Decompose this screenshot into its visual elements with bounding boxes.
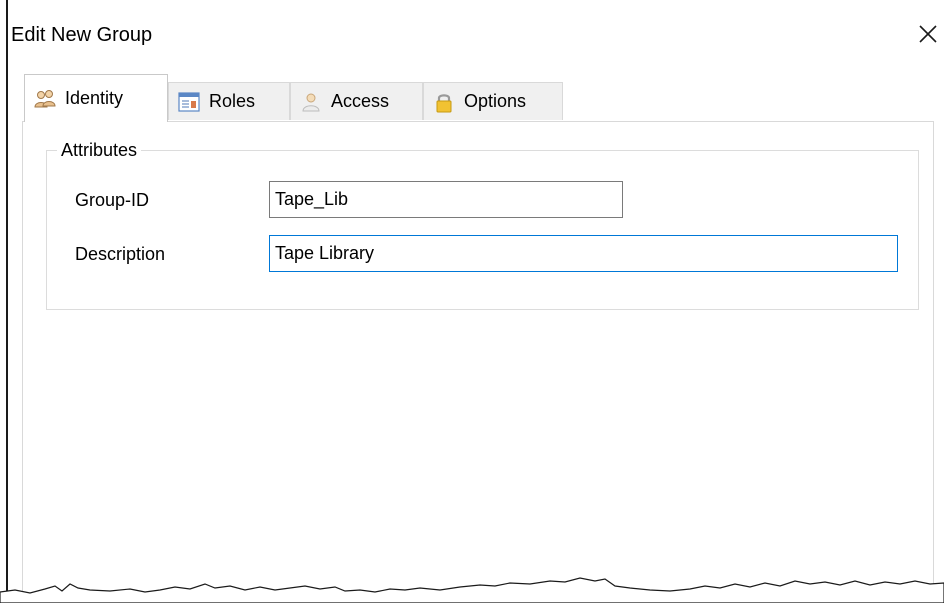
tab-label: Options (464, 91, 527, 111)
person-icon (299, 90, 323, 114)
roles-icon (177, 90, 201, 114)
group-id-label: Group-ID (75, 190, 150, 210)
dialog-content: Identity Roles Access Options Attributes… (8, 66, 944, 603)
users-icon (33, 87, 57, 111)
tab-identity[interactable]: Identity (24, 74, 168, 122)
close-icon (919, 25, 937, 43)
attributes-group: Attributes Group-ID Description (46, 139, 919, 310)
tab-label: Access (331, 91, 390, 111)
title-bar: Edit New Group (8, 0, 944, 66)
tab-roles[interactable]: Roles (168, 82, 290, 120)
lock-icon (432, 90, 456, 114)
identity-tab-panel: Attributes Group-ID Description (22, 121, 934, 603)
description-field[interactable] (269, 235, 898, 272)
description-label: Description (75, 244, 166, 264)
tab-label: Identity (65, 88, 124, 108)
torn-edge (0, 577, 944, 603)
close-button[interactable] (908, 14, 944, 54)
tab-label: Roles (209, 91, 256, 111)
group-id-field[interactable] (269, 181, 623, 218)
tab-access[interactable]: Access (290, 82, 423, 120)
tab-options[interactable]: Options (423, 82, 563, 120)
window-title: Edit New Group (11, 24, 153, 46)
edit-group-dialog: Edit New Group Identity Roles Access Opt… (0, 0, 944, 603)
attributes-legend: Attributes (57, 139, 142, 161)
